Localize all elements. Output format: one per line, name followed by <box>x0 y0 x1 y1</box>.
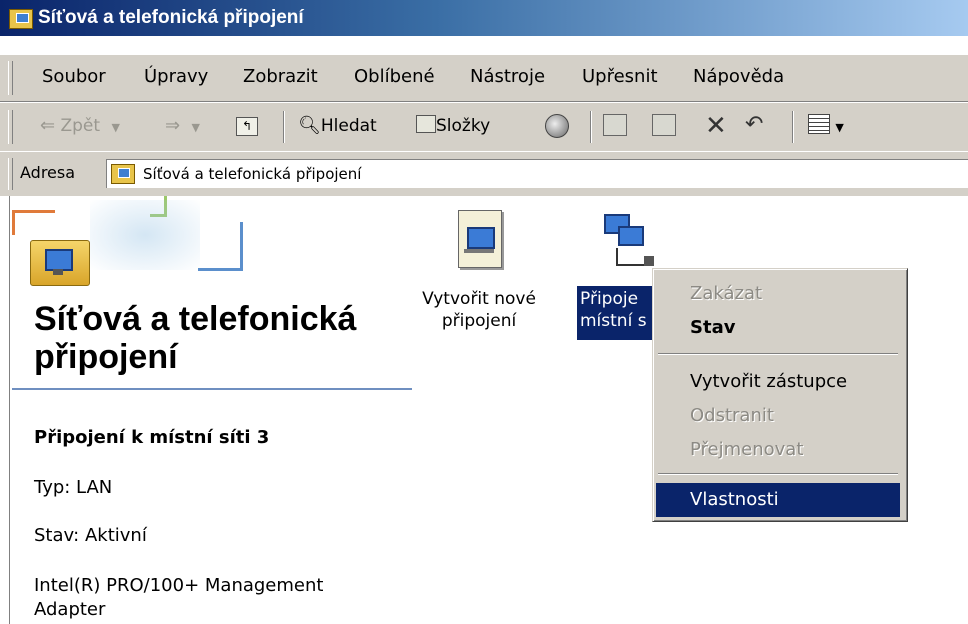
panel-title: Síťová a telefonická připojení <box>34 300 357 376</box>
undo-button[interactable]: ↶ <box>745 112 763 137</box>
network-plug-icon <box>644 256 654 266</box>
move-to-button[interactable] <box>603 114 627 141</box>
back-arrow-icon: ⇐ <box>40 115 56 136</box>
forward-arrow-icon: ⇒ <box>165 115 181 136</box>
address-field[interactable]: Síťová a telefonická připojení <box>106 159 968 188</box>
context-item-rename[interactable]: Přejmenovat <box>656 433 900 467</box>
back-dropdown-icon: ▼ <box>111 121 120 134</box>
folders-button[interactable]: Složky <box>416 115 490 136</box>
menu-soubor[interactable]: Soubor <box>42 66 106 87</box>
local-connection-item[interactable] <box>602 214 666 276</box>
header-decoration-blue <box>198 222 243 271</box>
context-item-disable[interactable]: Zakázat <box>656 277 900 311</box>
menu-bar: Soubor Úpravy Zobrazit Oblíbené Nástroje… <box>0 54 968 102</box>
title-bar[interactable]: Síťová a telefonická připojení <box>0 0 968 36</box>
toolbar-grip[interactable] <box>8 110 13 144</box>
folders-label: Složky <box>436 116 491 136</box>
history-button[interactable] <box>545 114 569 143</box>
history-icon <box>545 114 569 138</box>
delete-button[interactable]: ✕ <box>705 111 727 141</box>
menu-upresnit[interactable]: Upřesnit <box>582 66 658 87</box>
panel-title-rule <box>12 388 412 390</box>
connection-name: Připojení k místní síti 3 <box>34 427 270 448</box>
context-item-status[interactable]: Stav <box>656 311 900 345</box>
address-value: Síťová a telefonická připojení <box>143 165 362 183</box>
context-item-delete[interactable]: Odstranit <box>656 399 900 433</box>
header-glow <box>90 200 200 270</box>
context-menu: Zakázat Stav Vytvořit zástupce Odstranit… <box>652 268 908 522</box>
toolbar-separator <box>590 111 592 143</box>
move-to-icon <box>603 114 627 136</box>
standard-toolbar: ⇐ Zpět ▼ ⇒ ▼ ↰ 🔍︎Hledat Složky ✕ ↶ ▼ <box>0 102 968 152</box>
copy-to-button[interactable] <box>652 114 676 141</box>
addressbar-grip[interactable] <box>8 158 13 190</box>
undo-icon: ↶ <box>745 112 764 137</box>
connection-status: Stav: Aktivní <box>34 525 147 546</box>
context-item-properties[interactable]: Vlastnosti <box>656 483 900 517</box>
menu-upravy[interactable]: Úpravy <box>144 66 208 87</box>
forward-dropdown-icon: ▼ <box>191 121 200 134</box>
address-label: Adresa <box>20 163 76 182</box>
up-folder-button[interactable]: ↰ <box>236 115 258 136</box>
context-item-create-shortcut[interactable]: Vytvořit zástupce <box>656 365 900 399</box>
copy-to-icon <box>652 114 676 136</box>
forward-button[interactable]: ⇒ ▼ <box>165 115 200 136</box>
network-folder-icon <box>9 9 33 29</box>
context-separator <box>658 353 898 355</box>
address-bar: Adresa Síťová a telefonická připojení <box>0 151 968 197</box>
search-icon: 🔍︎ <box>298 115 321 136</box>
context-separator <box>658 473 898 475</box>
back-label: Zpět <box>60 116 101 136</box>
folders-icon <box>416 115 436 133</box>
window-title: Síťová a telefonická připojení <box>38 7 304 28</box>
new-connection-icon <box>458 210 502 268</box>
views-button[interactable]: ▼ <box>808 114 844 136</box>
toolbar-separator <box>283 111 285 143</box>
new-connection-item[interactable] <box>454 210 506 272</box>
local-connection-label[interactable]: Připoje místní s <box>577 286 653 340</box>
menubar-grip[interactable] <box>8 61 13 95</box>
connection-type: Typ: LAN <box>34 477 113 498</box>
search-label: Hledat <box>320 116 377 136</box>
network-computer-icon <box>618 226 644 246</box>
menu-napoveda[interactable]: Nápověda <box>693 66 784 87</box>
address-folder-icon <box>111 164 135 184</box>
network-folder-large-icon <box>30 240 90 286</box>
delete-x-icon: ✕ <box>705 111 727 141</box>
search-button[interactable]: 🔍︎Hledat <box>298 115 377 136</box>
connection-adapter: Intel(R) PRO/100+ Management Adapter <box>34 575 324 620</box>
up-folder-icon: ↰ <box>236 117 258 136</box>
content-left-border <box>9 196 10 624</box>
menu-zobrazit[interactable]: Zobrazit <box>243 66 318 87</box>
menu-nastroje[interactable]: Nástroje <box>470 66 545 87</box>
menu-oblibene[interactable]: Oblíbené <box>354 66 435 87</box>
header-decoration-orange <box>12 210 55 235</box>
new-connection-label[interactable]: Vytvořit nové připojení <box>406 288 552 332</box>
back-button[interactable]: ⇐ Zpět ▼ <box>40 115 120 136</box>
views-grid-icon <box>808 114 830 134</box>
views-dropdown-icon: ▼ <box>835 121 844 134</box>
toolbar-separator <box>792 111 794 143</box>
